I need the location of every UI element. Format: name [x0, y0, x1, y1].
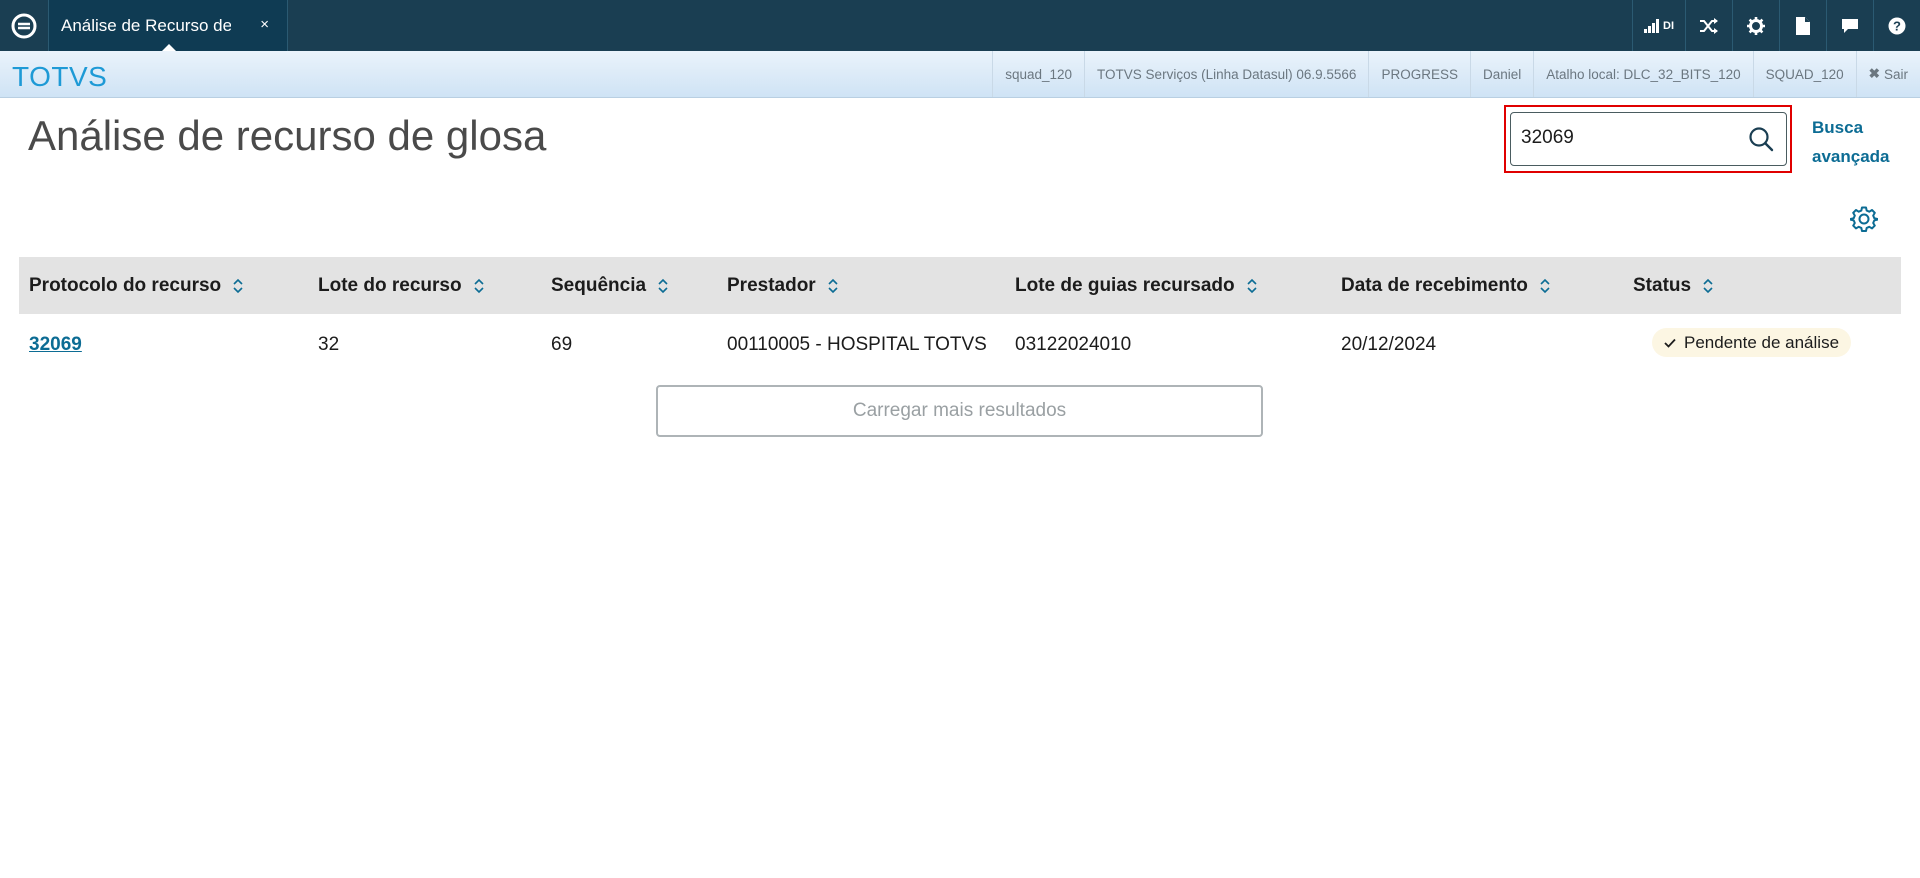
column-data[interactable]: Data de recebimento — [1341, 275, 1550, 297]
load-more-button[interactable]: Carregar mais resultados — [656, 385, 1263, 437]
table-settings-button[interactable] — [1849, 205, 1879, 238]
tab-analise-recurso[interactable]: Análise de Recurso de × — [48, 0, 288, 52]
cell-prestador: 00110005 - HOSPITAL TOTVS — [727, 334, 987, 355]
info-database: PROGRESS — [1368, 51, 1470, 97]
sort-icon[interactable] — [1703, 278, 1713, 294]
settings-icon — [1849, 206, 1879, 232]
info-product: TOTVS Serviços (Linha Datasul) 06.9.5566 — [1084, 51, 1368, 97]
status-badge: Pendente de análise — [1652, 328, 1852, 357]
search-icon[interactable] — [1748, 126, 1774, 152]
column-lote[interactable]: Lote do recurso — [318, 275, 484, 297]
document-icon — [1796, 16, 1810, 35]
column-label: Status — [1633, 275, 1692, 296]
close-tab-button[interactable]: × — [260, 16, 269, 33]
logout-label: Sair — [1883, 66, 1908, 82]
logout-button[interactable]: ✖ Sair — [1855, 51, 1920, 97]
signal-icon — [1644, 18, 1659, 33]
totvs-logo-icon[interactable] — [0, 0, 48, 51]
top-bar: Análise de Recurso de × DI ? — [0, 0, 1920, 52]
shuffle-button[interactable] — [1685, 0, 1732, 51]
column-protocolo[interactable]: Protocolo do recurso — [29, 275, 243, 297]
shuffle-icon — [1700, 17, 1718, 34]
advanced-search-label-1: Busca — [1812, 118, 1864, 137]
cell-data: 20/12/2024 — [1341, 334, 1437, 355]
chat-icon — [1842, 18, 1858, 33]
gear-icon — [1747, 16, 1765, 35]
info-shortcut: Atalho local: DLC_32_BITS_120 — [1533, 51, 1752, 97]
table-row: 32069 32 69 00110005 - HOSPITAL TOTVS 03… — [19, 314, 1901, 374]
sort-icon[interactable] — [1540, 278, 1550, 294]
cell-lote: 32 — [318, 334, 340, 355]
column-label: Data de recebimento — [1341, 275, 1528, 296]
help-icon: ? — [1888, 17, 1906, 34]
signal-button[interactable]: DI — [1632, 0, 1685, 51]
chat-button[interactable] — [1826, 0, 1873, 51]
column-label: Prestador — [727, 275, 816, 296]
sort-icon[interactable] — [828, 278, 838, 294]
system-info-bar: TOTVS squad_120 TOTVS Serviços (Linha Da… — [0, 51, 1920, 98]
search-input[interactable] — [1521, 127, 1741, 149]
column-label: Lote de guias recursado — [1015, 275, 1235, 296]
column-label: Protocolo do recurso — [29, 275, 222, 296]
sort-icon[interactable] — [658, 278, 668, 294]
help-button[interactable]: ? — [1873, 0, 1920, 51]
top-toolbar: DI ? — [1632, 0, 1920, 51]
search-field[interactable] — [1510, 112, 1787, 166]
info-squad: squad_120 — [992, 51, 1084, 97]
page-title: Análise de recurso de glosa — [28, 112, 547, 159]
close-icon: ✖ — [1868, 66, 1880, 81]
sort-icon[interactable] — [1247, 278, 1257, 294]
protocolo-link[interactable]: 32069 — [29, 334, 82, 356]
column-lote-guias[interactable]: Lote de guias recursado — [1015, 275, 1257, 297]
cell-sequencia: 69 — [551, 334, 573, 355]
column-label: Lote do recurso — [318, 275, 462, 296]
signal-label: DI — [1663, 19, 1674, 32]
column-status[interactable]: Status — [1633, 275, 1713, 297]
svg-text:?: ? — [1893, 18, 1901, 33]
system-info-list: squad_120 TOTVS Serviços (Linha Datasul)… — [992, 51, 1920, 97]
column-sequencia[interactable]: Sequência — [551, 275, 668, 297]
sort-icon[interactable] — [233, 278, 243, 294]
sort-icon[interactable] — [474, 278, 484, 294]
brand-logo: TOTVS — [12, 61, 108, 92]
status-label: Pendente de análise — [1684, 332, 1840, 352]
cell-lote-guias: 03122024010 — [1015, 334, 1132, 355]
column-prestador[interactable]: Prestador — [727, 275, 838, 297]
advanced-search-label-2: avançada — [1812, 147, 1890, 166]
info-environment: SQUAD_120 — [1752, 51, 1856, 97]
document-button[interactable] — [1779, 0, 1826, 51]
check-icon — [1664, 338, 1676, 348]
tab-label: Análise de Recurso de — [61, 16, 231, 35]
column-label: Sequência — [551, 275, 647, 296]
info-user: Daniel — [1469, 51, 1533, 97]
table-header: Protocolo do recurso Lote do recurso Seq… — [19, 257, 1901, 314]
settings-button[interactable] — [1732, 0, 1779, 51]
advanced-search-link[interactable]: Busca avançada — [1812, 113, 1890, 171]
